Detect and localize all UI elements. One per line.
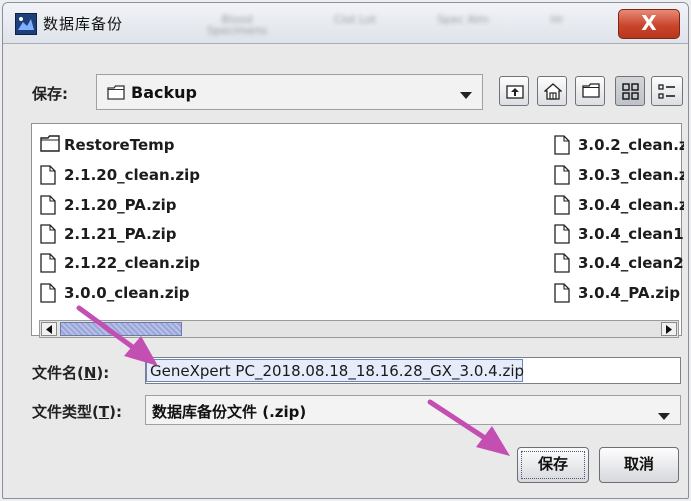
file-icon — [554, 135, 570, 156]
file-icon — [554, 224, 570, 245]
file-icon — [554, 283, 570, 304]
chevron-down-icon[interactable] — [460, 85, 472, 104]
file-icon — [554, 195, 570, 216]
window-title: 数据库备份 — [43, 15, 124, 33]
list-item-file[interactable]: 3.0.4_clean1. — [554, 223, 684, 245]
file-name: RestoreTemp — [64, 136, 175, 154]
file-name: 2.1.20_clean.zip — [64, 166, 200, 184]
scroll-left-button[interactable] — [41, 322, 57, 336]
title-bar[interactable]: 数据库备份 Blood Specimens Clot Lot Spec Alm … — [3, 3, 688, 44]
file-icon — [40, 283, 56, 307]
new-folder-button[interactable] — [575, 76, 605, 106]
background-menu-text: Blood Specimens — [206, 13, 268, 37]
save-in-value: Backup — [131, 83, 197, 102]
file-name: 3.0.4_clean1. — [578, 225, 684, 243]
chevron-down-icon[interactable] — [658, 406, 670, 425]
list-view-button[interactable] — [615, 76, 645, 106]
file-icon — [40, 195, 56, 219]
filename-value: GeneXpert PC_2018.08.18_18.16.28_GX_3.0.… — [150, 362, 525, 380]
folder-icon — [107, 85, 125, 104]
file-name: 3.0.3_clean.z — [578, 166, 684, 184]
list-item-file[interactable]: 3.0.3_clean.z — [554, 164, 684, 186]
filetype-value: 数据库备份文件 (.zip) — [152, 403, 307, 421]
file-name: 3.0.0_clean.zip — [64, 284, 190, 302]
file-name: 2.1.20_PA.zip — [64, 196, 177, 214]
horizontal-scrollbar[interactable] — [39, 320, 679, 338]
file-list[interactable]: RestoreTemp 2.1.20_clean.zip 2.1.20_PA.z… — [31, 123, 684, 338]
save-in-combo[interactable]: Backup — [96, 74, 483, 110]
file-name: 3.0.2_clean.z — [578, 136, 684, 154]
file-icon — [40, 165, 56, 189]
up-folder-button[interactable] — [499, 76, 529, 106]
close-button[interactable]: X — [618, 9, 680, 39]
background-menu-text: Spec Alm — [437, 13, 489, 26]
file-icon — [554, 253, 570, 274]
background-menu-text: Hr — [550, 13, 564, 26]
scrollbar-thumb[interactable] — [60, 322, 182, 336]
filename-label: 文件名(N): — [32, 364, 110, 382]
filename-input[interactable]: GeneXpert PC_2018.08.18_18.16.28_GX_3.0.… — [145, 357, 681, 384]
scroll-right-button[interactable] — [661, 322, 677, 336]
save-dialog-window: 数据库备份 Blood Specimens Clot Lot Spec Alm … — [2, 2, 689, 499]
file-icon — [554, 165, 570, 186]
folder-icon — [40, 135, 60, 156]
cancel-button[interactable]: 取消 — [599, 447, 679, 483]
list-item-file[interactable]: 3.0.4_PA.zip — [554, 282, 684, 304]
list-item-file[interactable]: 3.0.2_clean.z — [554, 134, 684, 156]
file-name: 2.1.21_PA.zip — [64, 225, 177, 243]
filetype-select[interactable]: 数据库备份文件 (.zip) — [145, 395, 681, 425]
file-icon — [40, 224, 56, 248]
background-menu-text: Clot Lot — [333, 13, 377, 26]
list-item-file[interactable]: 3.0.4_clean2. — [554, 252, 684, 274]
file-icon — [40, 253, 56, 277]
app-icon — [15, 13, 37, 35]
save-in-label: 保存: — [32, 85, 68, 103]
file-name: 3.0.4_clean.z — [578, 196, 684, 214]
file-name: 3.0.4_PA.zip — [578, 284, 681, 302]
details-view-button[interactable] — [651, 76, 683, 106]
save-button[interactable]: 保存 — [517, 447, 589, 483]
file-name: 2.1.22_clean.zip — [64, 254, 200, 272]
home-button[interactable] — [537, 76, 567, 106]
close-icon: X — [641, 11, 657, 35]
list-item-file[interactable]: 3.0.4_clean.z — [554, 194, 684, 216]
filetype-label: 文件类型(T): — [32, 403, 122, 421]
file-name: 3.0.4_clean2. — [578, 254, 684, 272]
